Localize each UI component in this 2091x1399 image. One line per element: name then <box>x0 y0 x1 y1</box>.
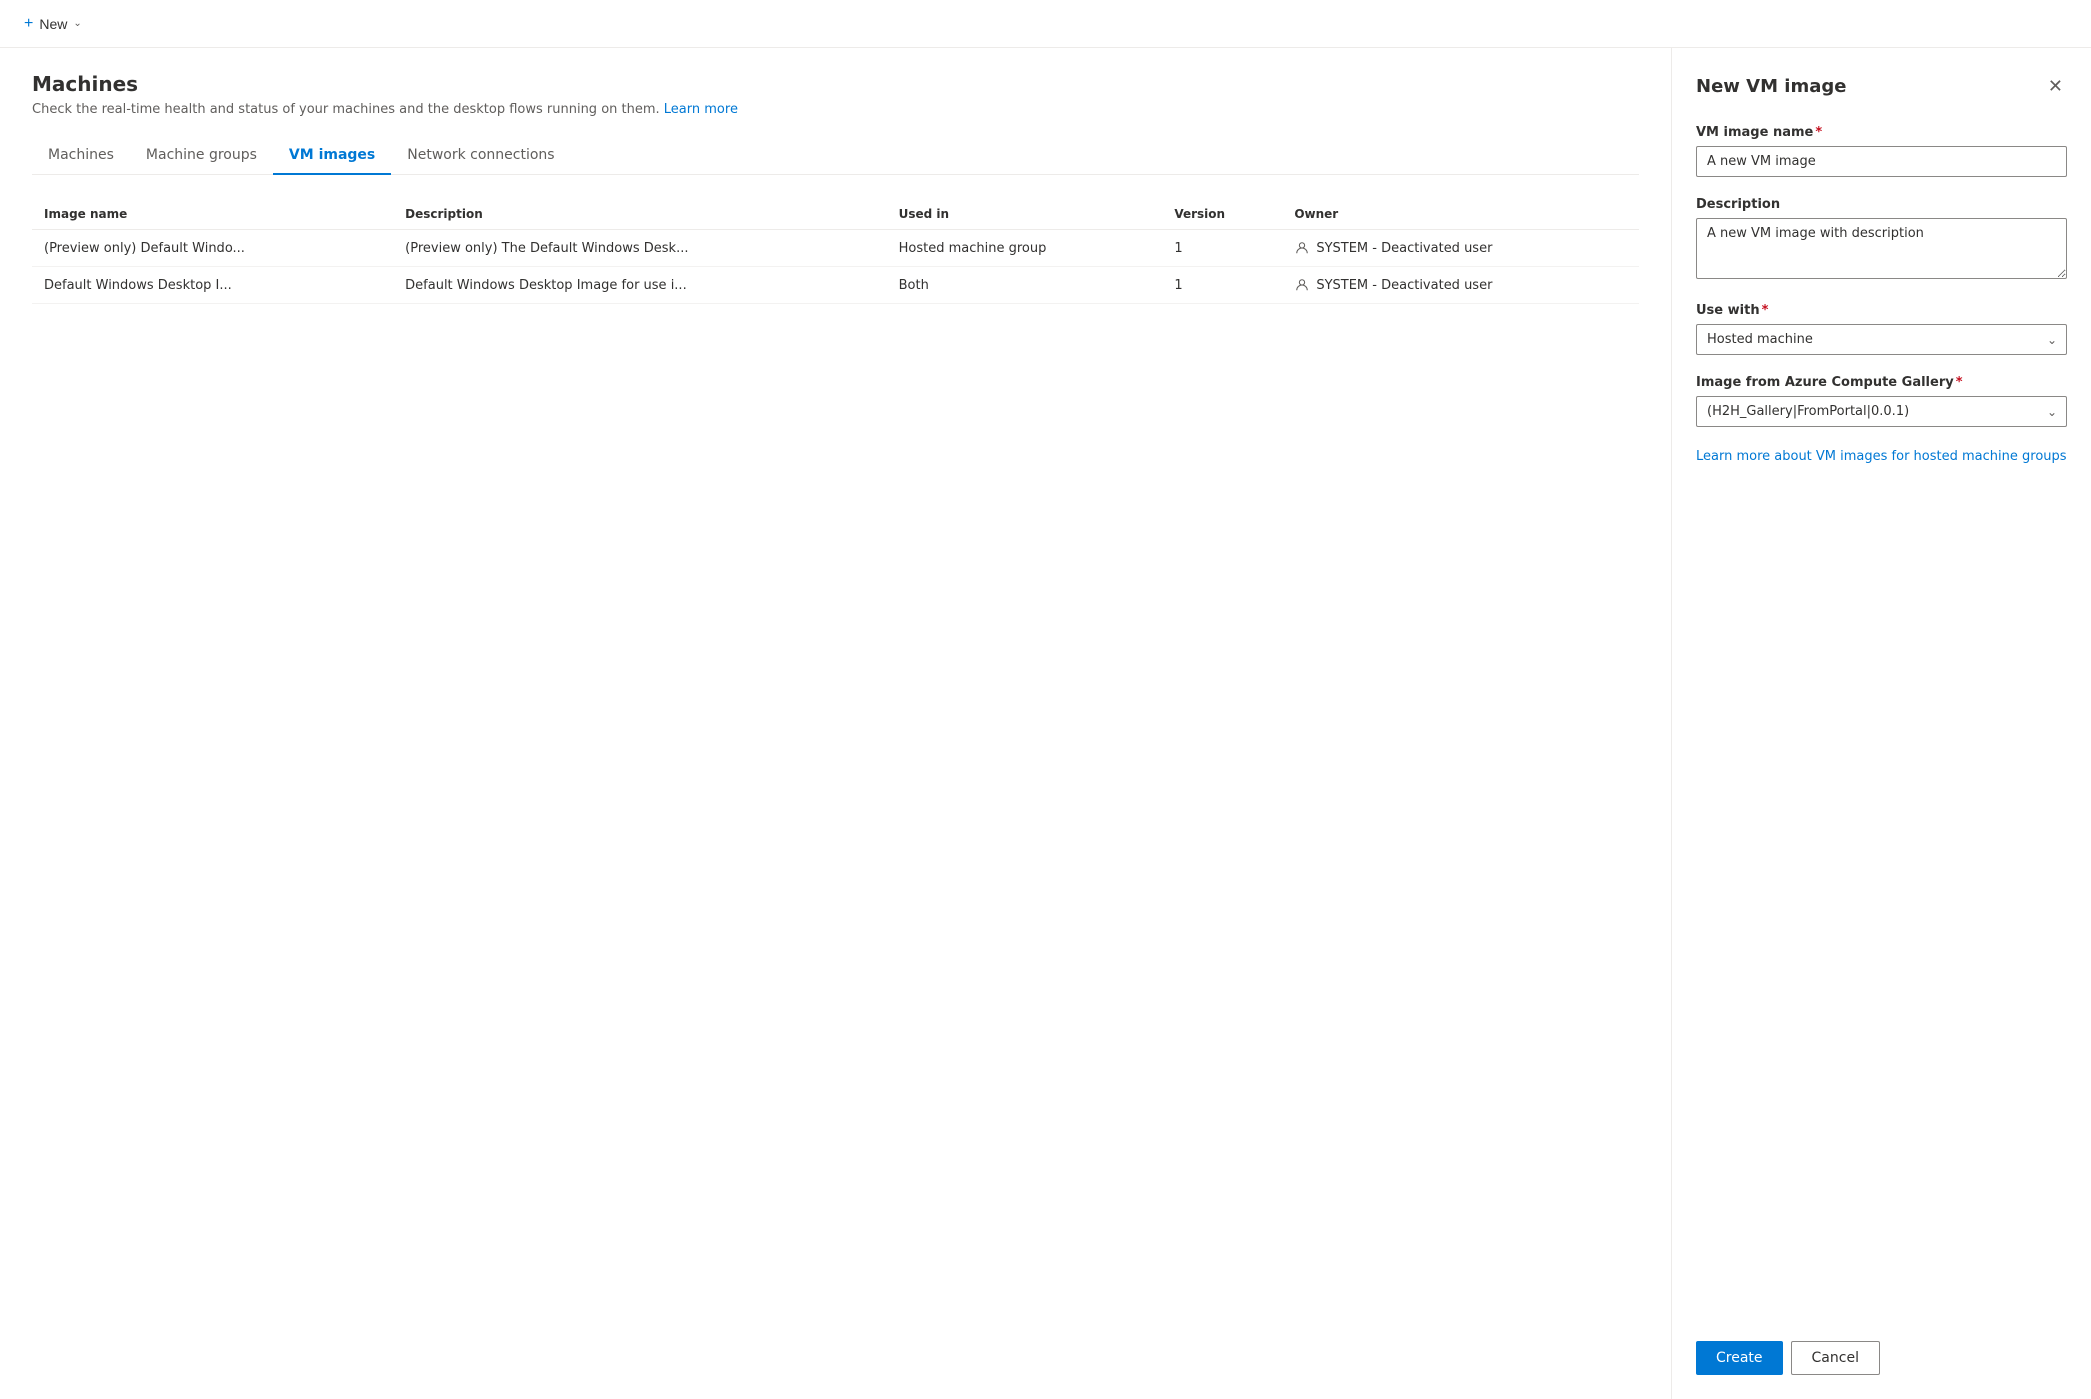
cell-version: 1 <box>1162 230 1282 267</box>
vm-image-name-input[interactable] <box>1696 146 2067 177</box>
image-gallery-select-wrapper: (H2H_Gallery|FromPortal|0.0.1) ⌄ <box>1696 396 2067 427</box>
new-button[interactable]: + New ⌄ <box>16 9 90 39</box>
panel-title: New VM image <box>1696 76 1846 97</box>
new-button-label: New <box>39 16 67 32</box>
image-gallery-group: Image from Azure Compute Gallery* (H2H_G… <box>1696 375 2067 427</box>
cell-version: 1 <box>1162 267 1282 304</box>
owner-text: SYSTEM - Deactivated user <box>1316 278 1492 293</box>
page-title: Machines <box>32 72 1639 96</box>
owner-text: SYSTEM - Deactivated user <box>1316 241 1492 256</box>
create-button[interactable]: Create <box>1696 1341 1783 1375</box>
vm-images-table: Image name Description Used in Version O… <box>32 199 1639 304</box>
cell-description: (Preview only) The Default Windows Desk.… <box>393 230 886 267</box>
cell-owner: SYSTEM - Deactivated user <box>1282 230 1639 267</box>
use-with-group: Use with* Hosted machineHosted machine g… <box>1696 303 2067 355</box>
description-group: Description <box>1696 197 2067 283</box>
cell-image-name: (Preview only) Default Windo... <box>32 230 393 267</box>
chevron-down-icon: ⌄ <box>73 18 81 29</box>
image-gallery-select[interactable]: (H2H_Gallery|FromPortal|0.0.1) <box>1696 396 2067 427</box>
col-header-used-in: Used in <box>887 199 1163 230</box>
use-with-select[interactable]: Hosted machineHosted machine groupBoth <box>1696 324 2067 355</box>
panel-footer: Create Cancel <box>1696 1317 2067 1375</box>
col-header-owner: Owner <box>1282 199 1639 230</box>
col-header-description: Description <box>393 199 886 230</box>
cell-used-in: Hosted machine group <box>887 230 1163 267</box>
required-star: * <box>1815 125 1822 140</box>
top-bar: + New ⌄ <box>0 0 2091 48</box>
tabs-bar: Machines Machine groups VM images Networ… <box>32 137 1639 175</box>
tab-network-connections[interactable]: Network connections <box>391 137 570 175</box>
required-star-gallery: * <box>1956 375 1963 390</box>
user-icon <box>1294 277 1310 293</box>
panel-header: New VM image ✕ <box>1696 72 2067 101</box>
panel-learn-more-link[interactable]: Learn more about VM images for hosted ma… <box>1696 447 2067 467</box>
tab-machines[interactable]: Machines <box>32 137 130 175</box>
page-subtitle: Check the real-time health and status of… <box>32 102 1639 117</box>
use-with-select-wrapper: Hosted machineHosted machine groupBoth ⌄ <box>1696 324 2067 355</box>
tab-vm-images[interactable]: VM images <box>273 137 391 175</box>
cell-owner: SYSTEM - Deactivated user <box>1282 267 1639 304</box>
cancel-button[interactable]: Cancel <box>1791 1341 1880 1375</box>
content-area: Machines Check the real-time health and … <box>0 48 1671 1399</box>
use-with-label: Use with* <box>1696 303 2067 318</box>
close-button[interactable]: ✕ <box>2044 72 2067 101</box>
required-star-use-with: * <box>1762 303 1769 318</box>
tab-machine-groups[interactable]: Machine groups <box>130 137 273 175</box>
table-row[interactable]: Default Windows Desktop I... Default Win… <box>32 267 1639 304</box>
user-icon <box>1294 240 1310 256</box>
description-textarea[interactable] <box>1696 218 2067 279</box>
plus-icon: + <box>24 15 33 33</box>
side-panel: New VM image ✕ VM image name* Descriptio… <box>1671 48 2091 1399</box>
cell-description: Default Windows Desktop Image for use i.… <box>393 267 886 304</box>
vm-image-name-label: VM image name* <box>1696 125 2067 140</box>
vm-image-name-group: VM image name* <box>1696 125 2067 177</box>
cell-image-name: Default Windows Desktop I... <box>32 267 393 304</box>
main-layout: Machines Check the real-time health and … <box>0 48 2091 1399</box>
image-gallery-label: Image from Azure Compute Gallery* <box>1696 375 2067 390</box>
description-label: Description <box>1696 197 2067 212</box>
col-header-version: Version <box>1162 199 1282 230</box>
table-row[interactable]: (Preview only) Default Windo... (Preview… <box>32 230 1639 267</box>
col-header-image-name: Image name <box>32 199 393 230</box>
learn-more-link[interactable]: Learn more <box>664 102 738 117</box>
cell-used-in: Both <box>887 267 1163 304</box>
